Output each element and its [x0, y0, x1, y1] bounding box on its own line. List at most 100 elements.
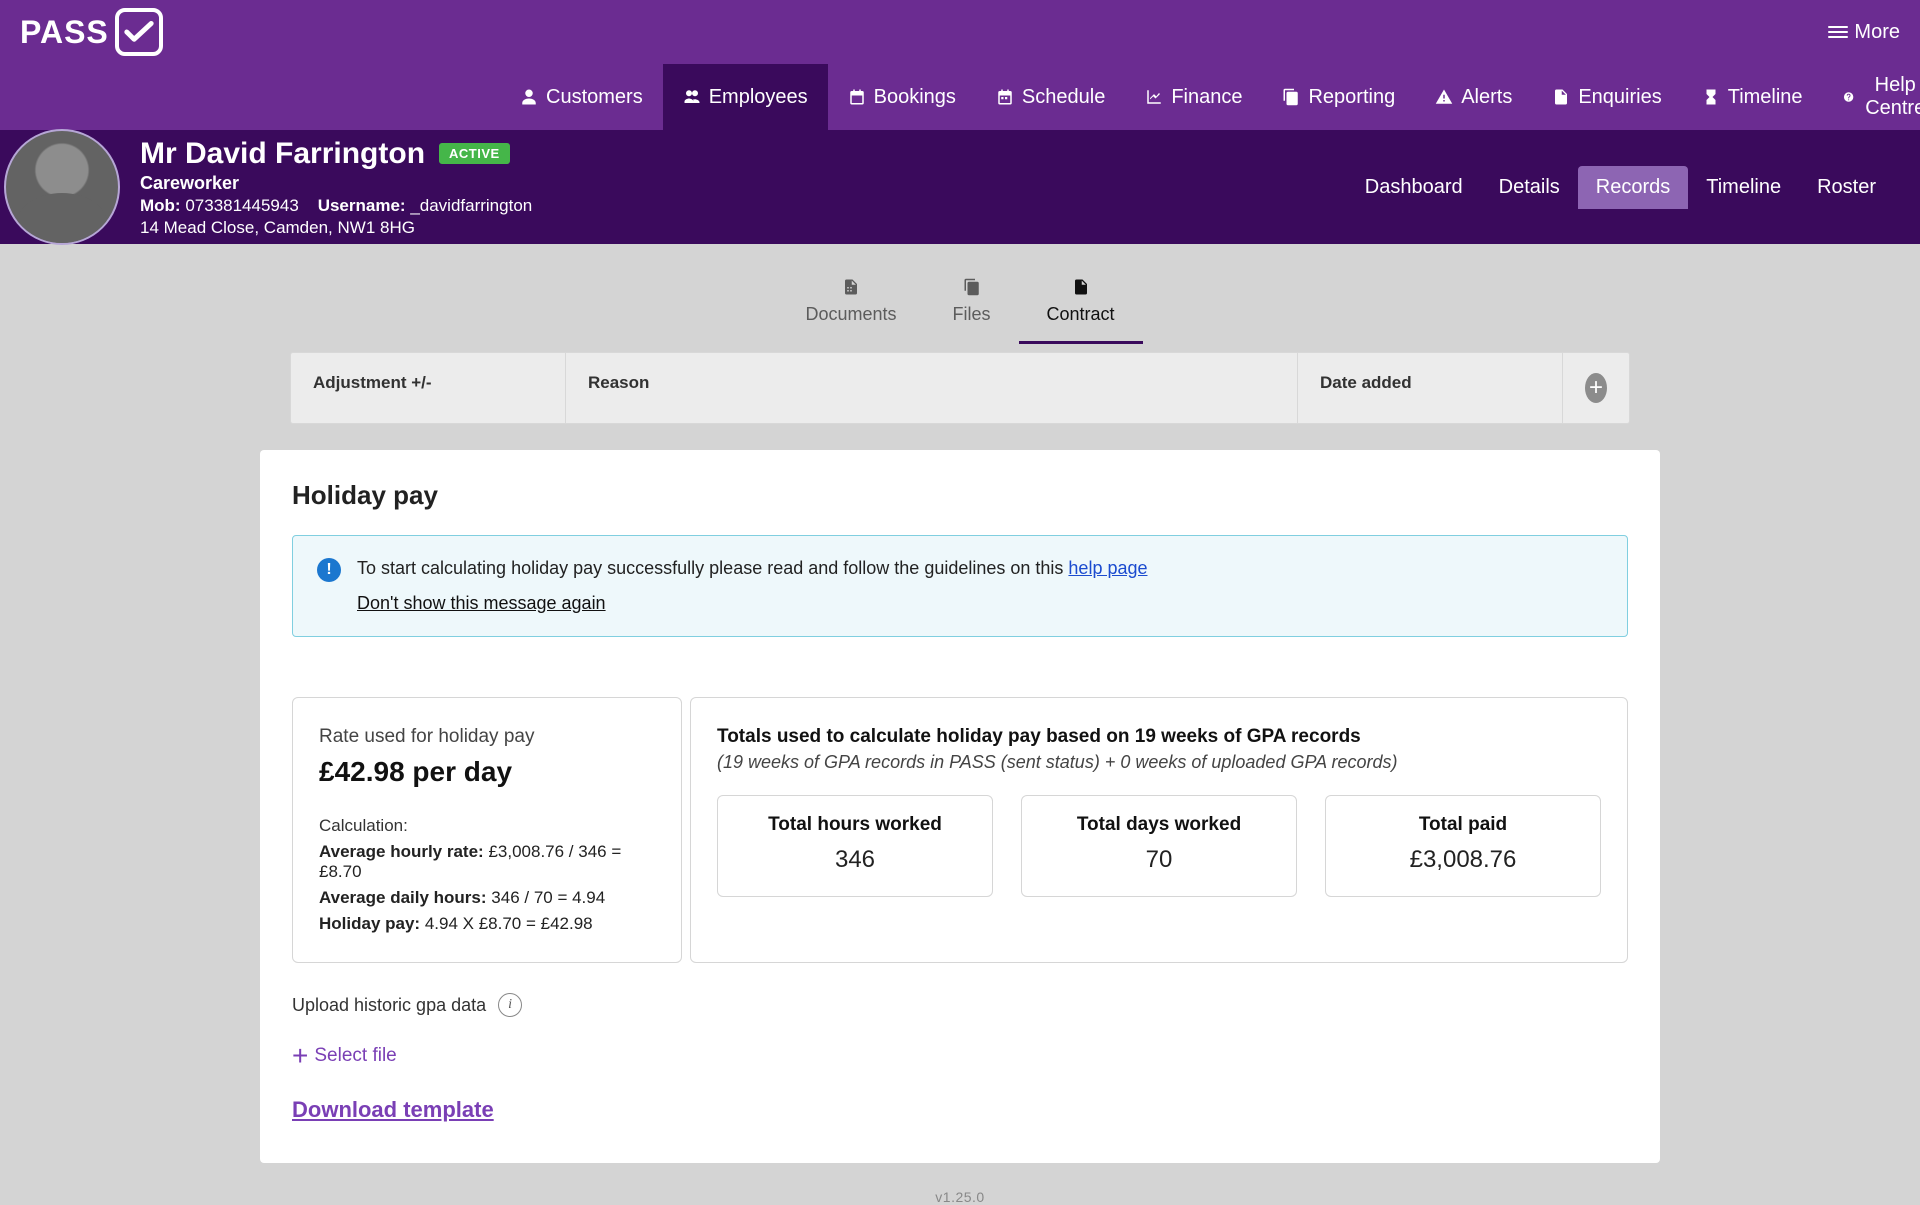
- total-hours: Total hours worked 346: [717, 795, 993, 897]
- nav-label: Customers: [546, 86, 643, 109]
- select-file-button[interactable]: + Select file: [292, 1045, 397, 1067]
- document-lines-icon: [842, 276, 860, 298]
- question-circle-icon: [1843, 88, 1854, 106]
- employee-name: Mr David Farrington: [140, 137, 425, 171]
- nav-label: Bookings: [874, 86, 956, 109]
- totals-title: Totals used to calculate holiday pay bas…: [717, 726, 1601, 748]
- employee-meta: Mob: 073381445943 Username: _davidfarrin…: [140, 196, 532, 216]
- nav-reporting[interactable]: Reporting: [1262, 64, 1415, 130]
- total-label: Total hours worked: [728, 814, 982, 836]
- brand-text: PASS: [20, 14, 109, 51]
- person-icon: [520, 88, 538, 106]
- calc-val: 346 / 70 = 4.94: [491, 888, 605, 907]
- download-template-link[interactable]: Download template: [292, 1097, 494, 1123]
- adj-col-adjustment: Adjustment +/-: [291, 353, 566, 423]
- nav-label: Alerts: [1461, 86, 1512, 109]
- adjustment-section: Adjustment +/- Reason Date added +: [290, 352, 1630, 424]
- chart-line-icon: [1145, 88, 1163, 106]
- hamburger-icon: [1828, 23, 1848, 41]
- tab-records[interactable]: Records: [1578, 166, 1688, 209]
- calc-val: 4.94 X £8.70 = £42.98: [425, 914, 593, 933]
- rate-value: £42.98 per day: [319, 756, 655, 788]
- totals-box: Totals used to calculate holiday pay bas…: [690, 697, 1628, 963]
- nav-finance[interactable]: Finance: [1125, 64, 1262, 130]
- employee-address: 14 Mead Close, Camden, NW1 8HG: [140, 218, 532, 238]
- total-value: £3,008.76: [1336, 846, 1590, 874]
- tab-timeline[interactable]: Timeline: [1688, 166, 1799, 209]
- calendar-icon: [848, 88, 866, 106]
- employee-header: Mr David Farrington ACTIVE Careworker Mo…: [0, 130, 1920, 244]
- total-value: 346: [728, 846, 982, 874]
- nav-label: Schedule: [1022, 86, 1105, 109]
- document-icon: [1552, 88, 1570, 106]
- adj-add-cell: +: [1563, 353, 1629, 423]
- plus-icon: +: [1589, 374, 1603, 402]
- status-badge: ACTIVE: [439, 143, 510, 164]
- nav-label: Employees: [709, 86, 808, 109]
- calendar-grid-icon: [996, 88, 1014, 106]
- rec-tab-files[interactable]: Files: [925, 270, 1019, 344]
- tab-dashboard[interactable]: Dashboard: [1347, 166, 1481, 209]
- copy-icon: [1282, 88, 1300, 106]
- upload-row: Upload historic gpa data i: [292, 993, 1628, 1017]
- mobile-label: Mob:: [140, 196, 181, 215]
- nav-label: Finance: [1171, 86, 1242, 109]
- calc-line: Holiday pay: 4.94 X £8.70 = £42.98: [319, 914, 655, 934]
- calc-key: Average daily hours:: [319, 888, 487, 907]
- username-label: Username:: [318, 196, 406, 215]
- total-days: Total days worked 70: [1021, 795, 1297, 897]
- mobile-value: 073381445943: [185, 196, 298, 215]
- rec-tab-label: Documents: [805, 304, 896, 325]
- rate-label: Rate used for holiday pay: [319, 726, 655, 748]
- nav-bookings[interactable]: Bookings: [828, 64, 976, 130]
- tab-details[interactable]: Details: [1481, 166, 1578, 209]
- tab-roster[interactable]: Roster: [1799, 166, 1894, 209]
- people-icon: [683, 88, 701, 106]
- info-icon: !: [317, 558, 341, 582]
- warning-icon: [1435, 88, 1453, 106]
- rec-tab-documents[interactable]: Documents: [777, 270, 924, 344]
- avatar[interactable]: [4, 129, 120, 245]
- nav-label: Timeline: [1728, 86, 1803, 109]
- totals-subtitle: (19 weeks of GPA records in PASS (sent s…: [717, 752, 1601, 773]
- nav-label: Enquiries: [1578, 86, 1661, 109]
- dismiss-banner-button[interactable]: Don't show this message again: [357, 593, 606, 614]
- holiday-pay-card: Holiday pay ! To start calculating holid…: [260, 450, 1660, 1163]
- version-label: v1.25.0: [0, 1189, 1920, 1205]
- rate-box: Rate used for holiday pay £42.98 per day…: [292, 697, 682, 963]
- adjustment-header-row: Adjustment +/- Reason Date added +: [290, 352, 1630, 424]
- top-bar: PASS More: [0, 0, 1920, 64]
- username-value: _davidfarrington: [410, 196, 532, 215]
- nav-label: Reporting: [1308, 86, 1395, 109]
- upload-info-icon[interactable]: i: [498, 993, 522, 1017]
- rec-tab-label: Contract: [1047, 304, 1115, 325]
- add-adjustment-button[interactable]: +: [1585, 373, 1607, 403]
- nav-customers[interactable]: Customers: [500, 64, 663, 130]
- info-text: To start calculating holiday pay success…: [357, 558, 1148, 579]
- total-label: Total days worked: [1032, 814, 1286, 836]
- employee-role: Careworker: [140, 173, 532, 194]
- nav-label: Help Centre: [1862, 74, 1920, 120]
- plus-icon: +: [292, 1047, 308, 1065]
- rec-tab-label: Files: [953, 304, 991, 325]
- hourglass-icon: [1702, 88, 1720, 106]
- nav-alerts[interactable]: Alerts: [1415, 64, 1532, 130]
- more-label: More: [1854, 21, 1900, 44]
- contract-icon: [1072, 276, 1090, 298]
- nav-employees[interactable]: Employees: [663, 64, 828, 130]
- more-menu[interactable]: More: [1828, 21, 1900, 44]
- adj-col-reason: Reason: [566, 353, 1298, 423]
- nav-timeline[interactable]: Timeline: [1682, 64, 1823, 130]
- nav-schedule[interactable]: Schedule: [976, 64, 1125, 130]
- brand-logo[interactable]: PASS: [20, 8, 163, 56]
- calc-key: Average hourly rate:: [319, 842, 484, 861]
- nav-help[interactable]: Help Centre: [1823, 64, 1920, 130]
- records-tabs: Documents Files Contract: [0, 244, 1920, 344]
- info-banner: ! To start calculating holiday pay succe…: [292, 535, 1628, 637]
- files-icon: [963, 276, 981, 298]
- nav-enquiries[interactable]: Enquiries: [1532, 64, 1681, 130]
- holiday-pay-title: Holiday pay: [292, 480, 1628, 511]
- rec-tab-contract[interactable]: Contract: [1019, 270, 1143, 344]
- help-page-link[interactable]: help page: [1068, 558, 1147, 578]
- select-file-label: Select file: [314, 1045, 396, 1067]
